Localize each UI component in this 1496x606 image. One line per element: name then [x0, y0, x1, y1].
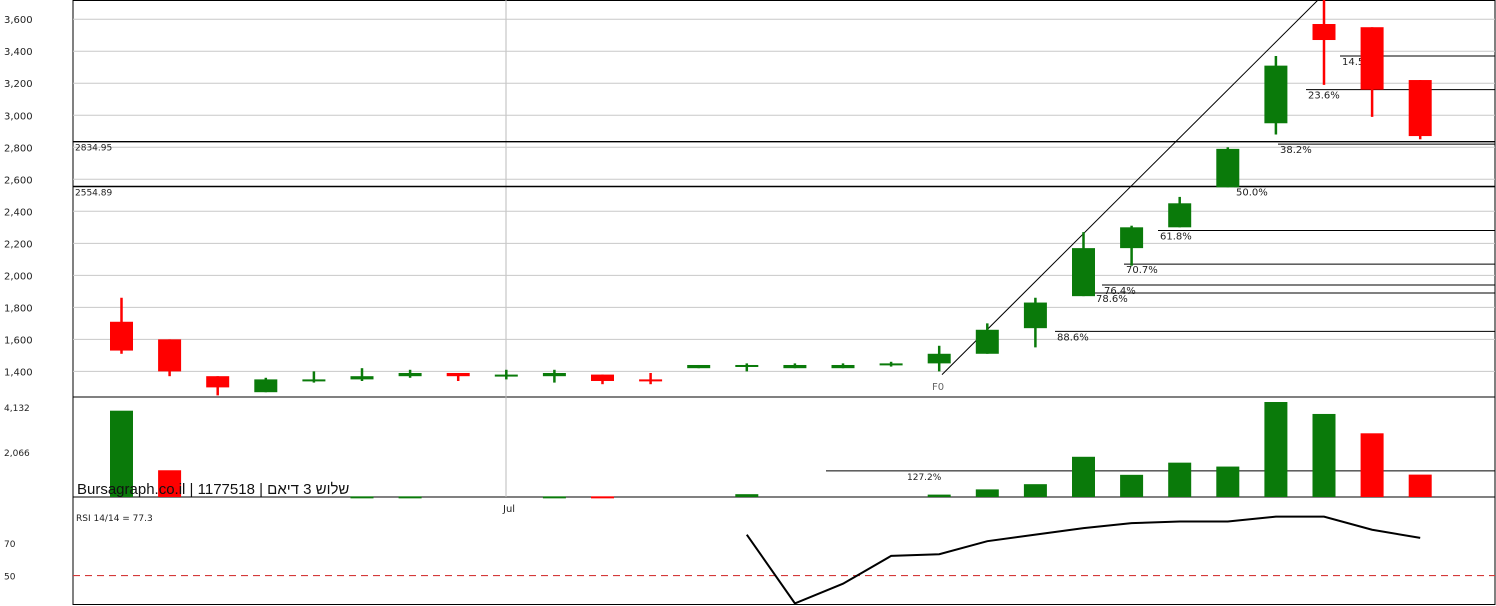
volume-bar	[398, 496, 422, 499]
candle-body	[1408, 80, 1432, 137]
axis-labels: 3,600 3,400 3,200 3,000 2,800 2,600 2,400 2,200…	[4, 15, 33, 582]
candles	[110, 0, 1432, 396]
price-tick-label: 1,800	[4, 303, 33, 314]
candle-body	[1264, 65, 1288, 124]
volume-bar	[1023, 484, 1047, 497]
candle-body	[1360, 27, 1384, 90]
candle-body	[639, 379, 663, 382]
volume-bar	[1216, 466, 1240, 497]
candle-body	[350, 376, 374, 380]
f0-label: F0	[932, 382, 944, 393]
price-tick-label: 1,400	[4, 367, 33, 378]
fib-level-label: 38.2%	[1280, 145, 1312, 156]
rsi-tick-label: 50	[4, 573, 16, 583]
price-tick-label: 3,400	[4, 47, 33, 58]
candlestick-chart: 2834.952554.89 14.5%23.6%38.2%50.0%61.8%…	[4, 0, 1496, 605]
volume-tick-label: 2,066	[4, 449, 30, 459]
rsi-label: RSI 14/14 = 77.3	[76, 514, 153, 524]
volume-bar	[350, 496, 374, 499]
fib-level-label: 23.6%	[1308, 91, 1340, 102]
candle-body	[398, 372, 422, 377]
volume-bar	[1168, 462, 1192, 497]
horizontal-level-label: 2554.89	[75, 189, 112, 199]
price-tick-label: 2,800	[4, 143, 33, 154]
price-tick-label: 2,000	[4, 271, 33, 282]
fib-level-label: 70.7%	[1126, 265, 1158, 276]
volume-bar	[591, 496, 614, 499]
candle-body	[158, 339, 182, 372]
candle-body	[687, 364, 711, 369]
candle-body	[446, 372, 470, 377]
volume-bar	[735, 494, 759, 497]
rsi-panel	[73, 515, 1495, 605]
price-tick-label: 3,600	[4, 15, 33, 26]
volume-bar	[1312, 413, 1336, 497]
candle-body	[494, 374, 518, 377]
price-tick-label: 3,200	[4, 79, 33, 90]
candle-body	[735, 364, 759, 367]
candle-body	[1072, 248, 1095, 297]
fib-level-label: 88.6%	[1057, 332, 1089, 343]
candle-body	[302, 379, 326, 382]
volume-bar	[1360, 433, 1384, 497]
candle-body	[1120, 227, 1144, 249]
price-tick-label: 3,000	[4, 111, 33, 122]
fib-level-label: 61.8%	[1160, 232, 1192, 243]
rsi-tick-label: 70	[4, 540, 16, 550]
price-tick-label: 2,400	[4, 207, 33, 218]
price-tick-label: 2,200	[4, 239, 33, 250]
fib-level-label: 78.6%	[1096, 294, 1128, 305]
volume-bar	[975, 489, 999, 497]
fib-level-label: 50.0%	[1236, 188, 1268, 199]
volume-bar	[1072, 456, 1095, 497]
candle-body	[1216, 148, 1240, 188]
candle-body	[927, 353, 951, 364]
candle-body	[542, 372, 566, 377]
candle-body	[206, 376, 230, 388]
candle-body	[254, 379, 278, 393]
volume-level-label: 127.2%	[907, 473, 942, 483]
volume-bar	[542, 496, 566, 499]
candle-body	[110, 321, 133, 351]
price-tick-label: 2,600	[4, 175, 33, 186]
candle-body	[1312, 24, 1336, 41]
watermark-text: Bursagraph.co.il | 1177518 | שלוש 3 דיאם	[77, 481, 349, 498]
volume-bar	[927, 494, 951, 497]
price-tick-label: 1,600	[4, 335, 33, 346]
candle-body	[783, 364, 807, 369]
candle-body	[1168, 203, 1192, 228]
horizontal-level-label: 2834.95	[75, 144, 112, 154]
candle-body	[975, 329, 999, 354]
candle-body	[591, 374, 614, 381]
volume-bar	[1120, 474, 1144, 497]
month-label: Jul	[502, 504, 515, 515]
rsi-line	[745, 515, 1421, 605]
volume-bar	[1264, 402, 1288, 497]
volume-tick-label: 4,132	[4, 404, 30, 414]
candle-body	[1023, 302, 1047, 329]
candle-body	[831, 364, 855, 369]
candle-body	[879, 363, 903, 366]
volume-bar	[1408, 474, 1432, 497]
